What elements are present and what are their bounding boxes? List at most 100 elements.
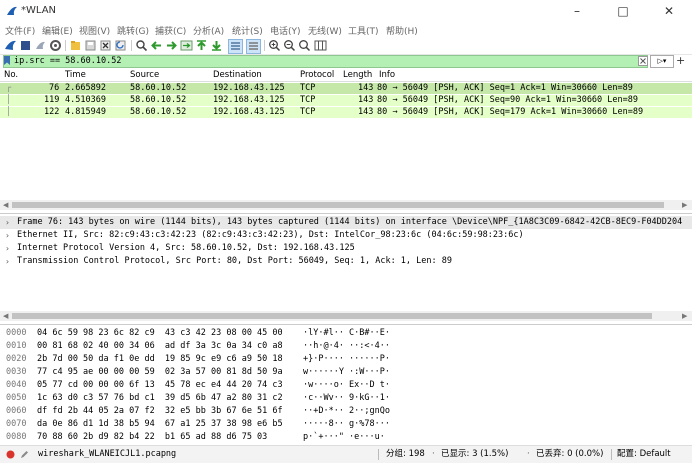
scroll-right-icon[interactable]: ▶ — [682, 312, 687, 320]
packet-list-hscrollbar[interactable]: ◀ ▶ — [0, 200, 692, 210]
menu-file[interactable]: 文件(F) — [5, 24, 35, 37]
detail-frame[interactable]: › Frame 76: 143 bytes on wire (1144 bits… — [0, 216, 692, 229]
packet-no: 122 — [44, 107, 60, 117]
packet-length: 143 — [358, 83, 374, 93]
bytes-row[interactable]: 0040 05 77 cd 00 00 00 6f 13 45 78 ec e4 … — [0, 379, 692, 392]
bytes-hex: 00 81 68 02 40 00 34 06 ad df 3a 3c 0a 3… — [37, 341, 283, 351]
packet-info: 80 → 56049 [PSH, ACK] Seq=1 Ack=1 Win=30… — [377, 83, 633, 93]
expand-caret-icon[interactable]: › — [5, 242, 10, 255]
bytes-row[interactable]: 0020 2b 7d 00 50 da f1 0e dd 19 85 9c e9 … — [0, 353, 692, 366]
window-title: *WLAN — [21, 5, 57, 16]
menu-help[interactable]: 帮助(H) — [386, 24, 418, 37]
packet-row[interactable]: │ 122 4.815949 58.60.10.52 192.168.43.12… — [0, 107, 692, 118]
toolbar-separator — [65, 40, 66, 51]
packet-row[interactable]: ┌ 76 2.665892 58.60.10.52 192.168.43.125… — [0, 83, 692, 94]
packet-protocol: TCP — [300, 107, 316, 117]
bytes-ascii: ·c··Wv·· 9·kG··1· — [303, 393, 390, 403]
bytes-ascii: ·w····o· Ex··D t· — [303, 380, 390, 390]
detail-text: Ethernet II, Src: 82:c9:43:c3:42:23 (82:… — [17, 230, 524, 240]
go-to-packet-icon[interactable] — [180, 39, 193, 52]
bytes-row[interactable]: 0050 1c 63 d0 c3 57 76 bd c1 39 d5 6b 47 … — [0, 392, 692, 405]
scroll-thumb[interactable] — [12, 202, 664, 208]
menu-wireless[interactable]: 无线(W) — [308, 24, 342, 37]
edit-comment-icon[interactable] — [20, 450, 29, 459]
column-header-no[interactable]: No. — [4, 70, 18, 80]
column-header-length[interactable]: Length — [343, 70, 372, 80]
bytes-row[interactable]: 0030 77 c4 95 ae 00 00 00 59 02 3a 57 00 … — [0, 366, 692, 379]
menu-tools[interactable]: 工具(T) — [348, 24, 379, 37]
scroll-left-icon[interactable]: ◀ — [3, 201, 8, 209]
start-capture-icon[interactable] — [4, 39, 17, 52]
toolbar-separator — [131, 40, 132, 51]
packet-destination: 192.168.43.125 — [213, 83, 285, 93]
maximize-button[interactable]: □ — [600, 0, 646, 22]
wireshark-fin-icon — [7, 6, 17, 15]
menu-edit[interactable]: 编辑(E) — [42, 24, 73, 37]
colorize-icon[interactable] — [246, 39, 261, 54]
menu-view[interactable]: 视图(V) — [79, 24, 110, 37]
save-file-icon[interactable] — [84, 39, 97, 52]
bytes-row[interactable]: 0080 70 88 60 2b d9 82 b4 22 b1 65 ad 88 … — [0, 431, 692, 444]
go-forward-icon[interactable] — [165, 39, 178, 52]
find-packet-icon[interactable] — [135, 39, 148, 52]
bytes-ascii: p·`+···" ·e···u· — [303, 432, 385, 442]
bytes-row[interactable]: 0070 da 0e 86 d1 1d 38 b5 94 67 a1 25 37 … — [0, 418, 692, 431]
menu-statistics[interactable]: 统计(S) — [232, 24, 263, 37]
clear-filter-icon[interactable] — [638, 56, 648, 66]
packet-list: No. Time Source Destination Protocol Len… — [0, 69, 692, 199]
zoom-in-icon[interactable] — [268, 39, 281, 52]
bytes-row[interactable]: 0010 00 81 68 02 40 00 34 06 ad df 3a 3c … — [0, 340, 692, 353]
column-header-source[interactable]: Source — [130, 70, 159, 80]
autoscroll-icon[interactable] — [228, 39, 243, 54]
bytes-row[interactable]: 0000 04 6c 59 98 23 6c 82 c9 43 c3 42 23 … — [0, 327, 692, 340]
packet-row[interactable]: │ 119 4.510369 58.60.10.52 192.168.43.12… — [0, 95, 692, 106]
filter-bookmark-icon[interactable] — [3, 56, 11, 65]
column-header-time[interactable]: Time — [65, 70, 86, 80]
menu-capture[interactable]: 捕获(C) — [155, 24, 186, 37]
bytes-offset: 0020 — [6, 354, 27, 364]
reload-file-icon[interactable] — [114, 39, 127, 52]
stop-capture-icon[interactable] — [19, 39, 32, 52]
packet-time: 4.510369 — [65, 95, 106, 105]
open-file-icon[interactable] — [69, 39, 82, 52]
resize-columns-icon[interactable] — [314, 39, 327, 52]
capture-options-icon[interactable] — [49, 39, 62, 52]
go-first-packet-icon[interactable] — [195, 39, 208, 52]
status-profile[interactable]: 配置: Default — [617, 446, 671, 463]
close-file-icon[interactable] — [99, 39, 112, 52]
go-last-packet-icon[interactable] — [210, 39, 223, 52]
menu-go[interactable]: 跳转(G) — [117, 24, 149, 37]
column-header-info[interactable]: Info — [379, 70, 395, 80]
zoom-out-icon[interactable] — [283, 39, 296, 52]
minimize-button[interactable]: – — [554, 0, 600, 22]
scroll-right-icon[interactable]: ▶ — [682, 201, 687, 209]
add-filter-button-icon[interactable]: + — [676, 54, 685, 67]
bytes-offset: 0050 — [6, 393, 27, 403]
details-hscrollbar[interactable]: ◀ ▶ — [0, 311, 692, 321]
zoom-normal-icon[interactable] — [298, 39, 311, 52]
bytes-offset: 0070 — [6, 419, 27, 429]
detail-tcp[interactable]: › Transmission Control Protocol, Src Por… — [0, 255, 692, 268]
menu-telephony[interactable]: 电话(Y) — [270, 24, 301, 37]
filter-apply-dropdown[interactable]: ▷▾ — [650, 55, 674, 68]
detail-ipv4[interactable]: › Internet Protocol Version 4, Src: 58.6… — [0, 242, 692, 255]
scroll-thumb[interactable] — [12, 313, 652, 319]
capture-status-icon[interactable] — [6, 450, 15, 459]
close-button[interactable]: ✕ — [646, 0, 692, 22]
scroll-left-icon[interactable]: ◀ — [3, 312, 8, 320]
packet-length: 143 — [358, 107, 374, 117]
column-header-destination[interactable]: Destination — [213, 70, 262, 80]
expand-caret-icon[interactable]: › — [5, 216, 10, 229]
bytes-row[interactable]: 0060 df fd 2b 44 05 2a 07 f2 32 e5 bb 3b … — [0, 405, 692, 418]
bytes-ascii: ··h·@·4· ··:<·4·· — [303, 341, 390, 351]
packet-source: 58.60.10.52 — [130, 83, 187, 93]
restart-capture-icon[interactable] — [34, 39, 47, 52]
expand-caret-icon[interactable]: › — [5, 255, 10, 268]
expand-caret-icon[interactable]: › — [5, 229, 10, 242]
packet-destination: 192.168.43.125 — [213, 95, 285, 105]
detail-ethernet[interactable]: › Ethernet II, Src: 82:c9:43:c3:42:23 (8… — [0, 229, 692, 242]
display-filter-input[interactable]: ip.src == 58.60.10.52 — [3, 55, 648, 68]
go-back-icon[interactable] — [150, 39, 163, 52]
column-header-protocol[interactable]: Protocol — [300, 70, 334, 80]
menu-analyze[interactable]: 分析(A) — [193, 24, 224, 37]
